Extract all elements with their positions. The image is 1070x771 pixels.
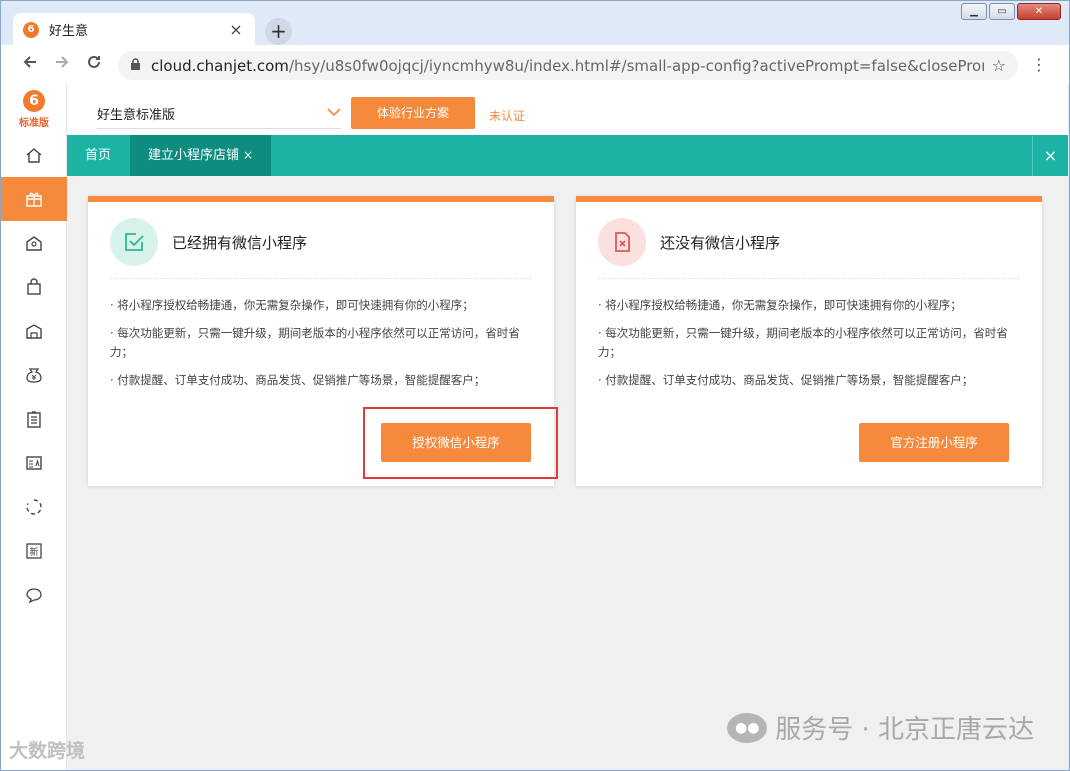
home-icon[interactable] [1, 133, 67, 177]
back-icon[interactable] [14, 54, 46, 75]
card-bullets: · 将小程序授权给畅捷通，你无需复杂操作，即可快速拥有你的小程序； · 每次功能… [598, 296, 1020, 399]
window-close-button[interactable]: ✕ [1017, 3, 1061, 20]
lock-icon [130, 57, 141, 74]
tab-build-store-label: 建立小程序店铺 [148, 148, 240, 163]
tab-close-icon[interactable]: × [227, 20, 245, 39]
news-icon[interactable]: 新 [1, 529, 67, 573]
loop-icon[interactable] [1, 485, 67, 529]
register-miniprogram-button[interactable]: 官方注册小程序 [859, 423, 1009, 462]
clipboard-icon[interactable] [1, 397, 67, 441]
watermark-text: 服务号 · 北京正唐云达 [775, 715, 1034, 745]
logo-edition: 标准版 [19, 118, 49, 129]
forward-icon[interactable] [46, 54, 78, 75]
divider [110, 278, 532, 279]
tab-build-store[interactable]: 建立小程序店铺 × [130, 135, 272, 176]
browser-toolbar: cloud.chanjet.com/hsy/u8s0fw0ojqcj/iyncm… [1, 45, 1069, 85]
sidebar: 6 标准版 新 [1, 84, 67, 770]
window-controls: ▁ ▭ ✕ [961, 3, 1061, 20]
warehouse-icon[interactable] [1, 309, 67, 353]
divider [598, 278, 1020, 279]
address-bar[interactable]: cloud.chanjet.com/hsy/u8s0fw0ojqcj/iyncm… [118, 51, 1018, 80]
gift-icon[interactable] [1, 177, 67, 221]
x-doc-icon [598, 218, 646, 266]
reload-icon[interactable] [78, 54, 110, 75]
titlebar: 6 好生意 × + ▁ ▭ ✕ [1, 1, 1069, 46]
svg-text:新: 新 [29, 546, 38, 558]
bullet: · 付款提醒、订单支付成功、商品发货、促销推广等场景，智能提醒客户； [110, 373, 486, 387]
bullet: · 每次功能更新，只需一键升级，期间老版本的小程序依然可以正常访问，省时省力； [598, 326, 1008, 359]
money-icon[interactable] [1, 353, 67, 397]
new-tab-button[interactable]: + [265, 18, 292, 45]
chat-icon[interactable] [1, 573, 67, 617]
app-logo[interactable]: 6 标准版 [9, 90, 59, 132]
watermark: ●● 服务号 · 北京正唐云达 [727, 709, 1034, 746]
store-icon[interactable] [1, 221, 67, 265]
tab-title: 好生意 [49, 24, 89, 39]
page-tabbar: 首页 建立小程序店铺 × × [67, 135, 1068, 176]
bullet: · 付款提醒、订单支付成功、商品发货、促销推广等场景，智能提醒客户； [598, 373, 974, 387]
card-no-miniprogram: 还没有微信小程序 · 将小程序授权给畅捷通，你无需复杂操作，即可快速拥有你的小程… [576, 196, 1042, 486]
bullet: · 每次功能更新，只需一键升级，期间老版本的小程序依然可以正常访问，省时省力； [110, 326, 520, 359]
bullet: · 将小程序授权给畅捷通，你无需复杂操作，即可快速拥有你的小程序； [110, 298, 474, 312]
industry-solution-button[interactable]: 体验行业方案 [351, 97, 475, 129]
favicon-icon: 6 [23, 21, 39, 38]
app-header: 好生意标准版 体验行业方案 未认证 [67, 84, 1068, 135]
store-select[interactable]: 好生意标准版 [97, 98, 341, 129]
wechat-icon: ●● [727, 712, 768, 743]
card-title: 还没有微信小程序 [660, 234, 781, 252]
url-text: cloud.chanjet.com/hsy/u8s0fw0ojqcj/iyncm… [151, 56, 984, 75]
chevron-down-icon [327, 105, 341, 121]
maximize-button[interactable]: ▭ [989, 3, 1015, 20]
logo-mark-icon: 6 [23, 90, 45, 112]
corner-watermark: 大数跨境 [9, 740, 86, 762]
highlight-box [363, 407, 558, 479]
tab-home[interactable]: 首页 [67, 135, 129, 176]
star-icon[interactable]: ☆ [992, 56, 1006, 75]
bullet: · 将小程序授权给畅捷通，你无需复杂操作，即可快速拥有你的小程序； [598, 298, 962, 312]
bag-icon[interactable] [1, 265, 67, 309]
browser-tab[interactable]: 6 好生意 × [13, 13, 255, 46]
report-icon[interactable] [1, 441, 67, 485]
menu-icon[interactable]: ⋮ [1031, 55, 1047, 74]
close-all-tabs-icon[interactable]: × [1032, 135, 1068, 176]
card-bullets: · 将小程序授权给畅捷通，你无需复杂操作，即可快速拥有你的小程序； · 每次功能… [110, 296, 532, 399]
unverified-link[interactable]: 未认证 [489, 107, 525, 124]
app-area: 6 标准版 新 好生意标准版 体验行业方案 未认证 首页 建立小程序店铺 × ×… [1, 84, 1068, 770]
minimize-button[interactable]: ▁ [961, 3, 987, 20]
check-icon [110, 218, 158, 266]
store-select-value: 好生意标准版 [97, 107, 176, 123]
card-title: 已经拥有微信小程序 [172, 234, 308, 252]
tab-close-icon[interactable]: × [243, 148, 253, 162]
